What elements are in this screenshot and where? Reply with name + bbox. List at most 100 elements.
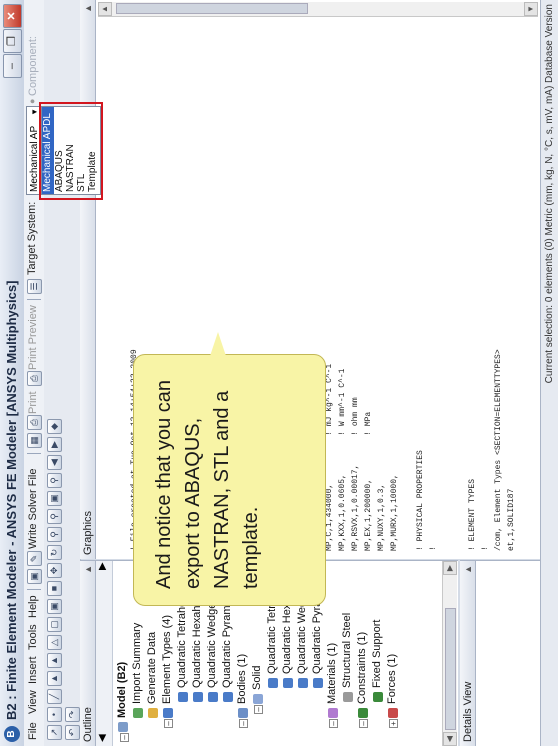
expander-icon[interactable]: – bbox=[120, 733, 129, 742]
write-solver-icon[interactable]: ✎ bbox=[27, 551, 42, 566]
bodies-icon bbox=[238, 708, 248, 718]
details-header: Details View ▲ bbox=[460, 561, 476, 746]
extend-icon[interactable]: ▣ bbox=[47, 599, 62, 614]
forces-icon bbox=[388, 708, 398, 718]
scroll-left-icon[interactable]: ◀ bbox=[97, 734, 108, 742]
fixed-support-icon bbox=[373, 692, 383, 702]
tree-item[interactable]: Element Types (4) bbox=[161, 615, 173, 704]
element-icon bbox=[283, 678, 293, 688]
code-line: ! ELEMENT TYPES bbox=[468, 478, 477, 551]
title-bar: B B2 : Finite Element Modeler - ANSYS FE… bbox=[0, 0, 25, 746]
tree-root[interactable]: Model (B2) bbox=[116, 662, 128, 718]
scroll-thumb[interactable] bbox=[445, 608, 456, 730]
report-icon[interactable]: ☰ bbox=[27, 279, 42, 294]
box-select-icon[interactable]: ▢ bbox=[47, 617, 62, 632]
tree-item[interactable]: Quadratic Wedge bbox=[206, 603, 218, 688]
edge-select-icon[interactable]: ╱ bbox=[47, 689, 62, 704]
body-select-icon[interactable]: ▲ bbox=[47, 653, 62, 668]
menu-file[interactable]: File bbox=[27, 722, 39, 740]
element-select-icon[interactable]: △ bbox=[47, 635, 62, 650]
pan-icon[interactable]: ✥ bbox=[47, 563, 62, 578]
toolbar-divider bbox=[27, 299, 41, 300]
expander-icon[interactable]: + bbox=[389, 719, 398, 728]
window-title: B2 : Finite Element Modeler - ANSYS FE M… bbox=[4, 280, 19, 720]
next-view-icon[interactable]: ▶ bbox=[47, 437, 62, 452]
tree-item[interactable]: Forces (1) bbox=[386, 654, 398, 704]
code-line: MP,EX,1,200000, ! MPa bbox=[364, 411, 373, 551]
magnifier-icon[interactable]: ⚲ bbox=[47, 473, 62, 488]
menu-insert[interactable]: Insert bbox=[27, 656, 39, 684]
expander-icon[interactable]: – bbox=[164, 719, 173, 728]
graphics-header: Graphics ▲ bbox=[80, 0, 96, 559]
outline-header: Outline ▲ bbox=[80, 561, 96, 746]
rotate-icon[interactable]: ↻ bbox=[47, 545, 62, 560]
select-icon[interactable]: ↗ bbox=[47, 725, 62, 740]
code-line: MP,MURX,1,10000, bbox=[390, 474, 399, 551]
element-icon bbox=[193, 692, 203, 702]
image-icon[interactable]: ▦ bbox=[27, 433, 42, 448]
menu-help[interactable]: Help bbox=[27, 595, 39, 618]
zoom-box-icon[interactable]: ⚲ bbox=[47, 509, 62, 524]
expander-icon[interactable]: – bbox=[239, 719, 248, 728]
materials-icon bbox=[328, 708, 338, 718]
tree-item[interactable]: Bodies (1) bbox=[236, 654, 248, 704]
save-icon[interactable]: ▣ bbox=[27, 569, 42, 584]
isometric-icon[interactable]: ◆ bbox=[47, 419, 62, 434]
write-solver-file-button[interactable]: Write Solver File bbox=[27, 469, 39, 549]
print-button[interactable]: Print bbox=[27, 391, 39, 414]
scroll-down-icon[interactable]: ▼ bbox=[524, 2, 538, 16]
menu-tools[interactable]: Tools bbox=[27, 624, 39, 650]
print-preview-icon[interactable]: ⎙ bbox=[27, 371, 42, 386]
code-line: ! bbox=[481, 546, 490, 551]
minimize-icon[interactable]: – bbox=[3, 54, 22, 78]
outline-scrollbar[interactable]: ◀ ▶ bbox=[442, 561, 457, 746]
tree-item[interactable]: Structural Steel bbox=[341, 613, 353, 688]
element-icon bbox=[313, 678, 323, 688]
redo-icon[interactable]: ↷ bbox=[65, 707, 80, 722]
generate-icon bbox=[148, 708, 158, 718]
callout-pointer bbox=[210, 332, 226, 356]
pin-icon[interactable]: ▲ bbox=[460, 565, 476, 574]
application-window: B B2 : Finite Element Modeler - ANSYS FE… bbox=[0, 0, 558, 746]
element-icon bbox=[268, 678, 278, 688]
tree-item[interactable]: Materials (1) bbox=[326, 643, 338, 704]
scroll-right-icon[interactable]: ▶ bbox=[443, 561, 457, 575]
expander-icon[interactable]: – bbox=[329, 719, 338, 728]
node-select-icon[interactable]: • bbox=[47, 707, 62, 722]
previous-view-icon[interactable]: ◀ bbox=[47, 455, 62, 470]
scroll-right-icon[interactable]: ▶ bbox=[97, 562, 108, 570]
pin-icon[interactable]: ▲ bbox=[80, 565, 96, 574]
print-preview-button[interactable]: Print Preview bbox=[27, 305, 39, 370]
code-line: ! PHYSICAL PROPERTIES bbox=[416, 450, 425, 551]
tree-item[interactable]: Import Summary bbox=[131, 623, 143, 704]
vertical-scrollbar[interactable]: ▲ ▼ bbox=[98, 2, 538, 17]
undo-icon[interactable]: ↶ bbox=[65, 725, 80, 740]
print-icon[interactable]: ⎙ bbox=[27, 415, 42, 430]
pin-icon[interactable]: ▲ bbox=[80, 4, 96, 13]
scroll-thumb[interactable] bbox=[116, 3, 308, 14]
tree-item[interactable]: Constraints (1) bbox=[356, 632, 368, 704]
expander-icon[interactable]: – bbox=[359, 719, 368, 728]
face-select-icon[interactable]: ▲ bbox=[47, 671, 62, 686]
tree-item[interactable]: Solid bbox=[251, 666, 263, 690]
element-icon bbox=[298, 678, 308, 688]
close-icon[interactable]: ✕ bbox=[3, 4, 22, 28]
tree-item[interactable]: Generate Data bbox=[146, 632, 158, 704]
expander-icon[interactable]: – bbox=[254, 705, 263, 714]
outline-title: Outline bbox=[82, 707, 94, 742]
material-icon bbox=[343, 692, 353, 702]
zoom-fit-icon[interactable]: ▣ bbox=[47, 491, 62, 506]
tree-item[interactable]: Fixed Support bbox=[371, 620, 383, 688]
component-label: Component: bbox=[27, 36, 39, 96]
code-line: et,1,SOLID187 bbox=[507, 488, 516, 551]
code-line: MP,KXX,1,0.0605, ! W mm^-1 C^-1 bbox=[338, 368, 347, 551]
scroll-left-icon[interactable]: ◀ bbox=[443, 732, 457, 746]
details-title: Details View bbox=[462, 681, 474, 742]
tree-item[interactable]: Quadratic Pyramid bbox=[221, 597, 233, 688]
restore-icon[interactable]: ❐ bbox=[3, 29, 22, 53]
code-line: MP,RSVX,1,0.00017, ! ohm mm bbox=[351, 397, 360, 551]
cube-icon[interactable]: ■ bbox=[47, 581, 62, 596]
menu-view[interactable]: View bbox=[27, 690, 39, 714]
zoom-icon[interactable]: ⚲ bbox=[47, 527, 62, 542]
scroll-up-icon[interactable]: ▲ bbox=[98, 2, 112, 16]
